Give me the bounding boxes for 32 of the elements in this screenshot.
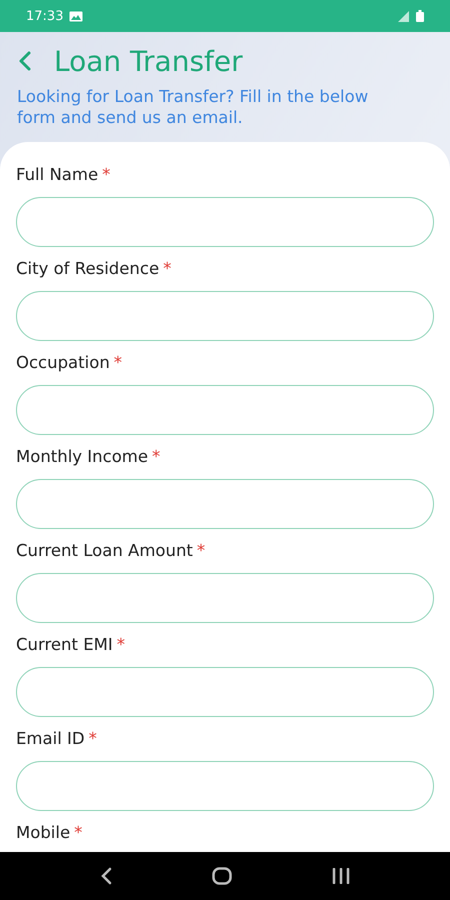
page-subtitle: Looking for Loan Transfer? Fill in the below form and send us an email. [17,86,370,128]
input-field[interactable] [16,479,434,529]
input-field[interactable] [16,761,434,811]
required-mark: * [102,164,110,186]
field-label: Occupation [16,352,110,374]
field-label: Current Loan Amount [16,540,193,562]
input-field[interactable] [16,667,434,717]
required-mark: * [114,352,122,374]
input-field[interactable] [16,385,434,435]
field-label: Mobile [16,822,70,844]
field-label: Current EMI [16,634,113,656]
home-icon[interactable] [212,867,232,885]
required-mark: * [116,634,125,656]
field-label: Full Name [16,164,98,186]
required-mark: * [196,540,206,562]
required-mark: * [163,258,172,280]
back-icon[interactable] [100,866,112,886]
input-field[interactable] [16,197,434,247]
field-label: Monthly Income [16,446,148,468]
battery-icon [416,10,424,22]
recent-apps-icon[interactable] [332,868,350,884]
required-mark: * [88,728,97,750]
input-field[interactable] [16,291,434,341]
required-mark: * [152,446,160,468]
input-field[interactable] [16,573,434,623]
required-mark: * [74,822,82,844]
signal-icon [398,10,410,22]
page-title: Loan Transfer [54,44,243,78]
field-label: Email ID [16,728,85,750]
image-icon [69,10,84,22]
clock: 17:33 [26,8,64,24]
field-label: City of Residence [16,258,160,280]
